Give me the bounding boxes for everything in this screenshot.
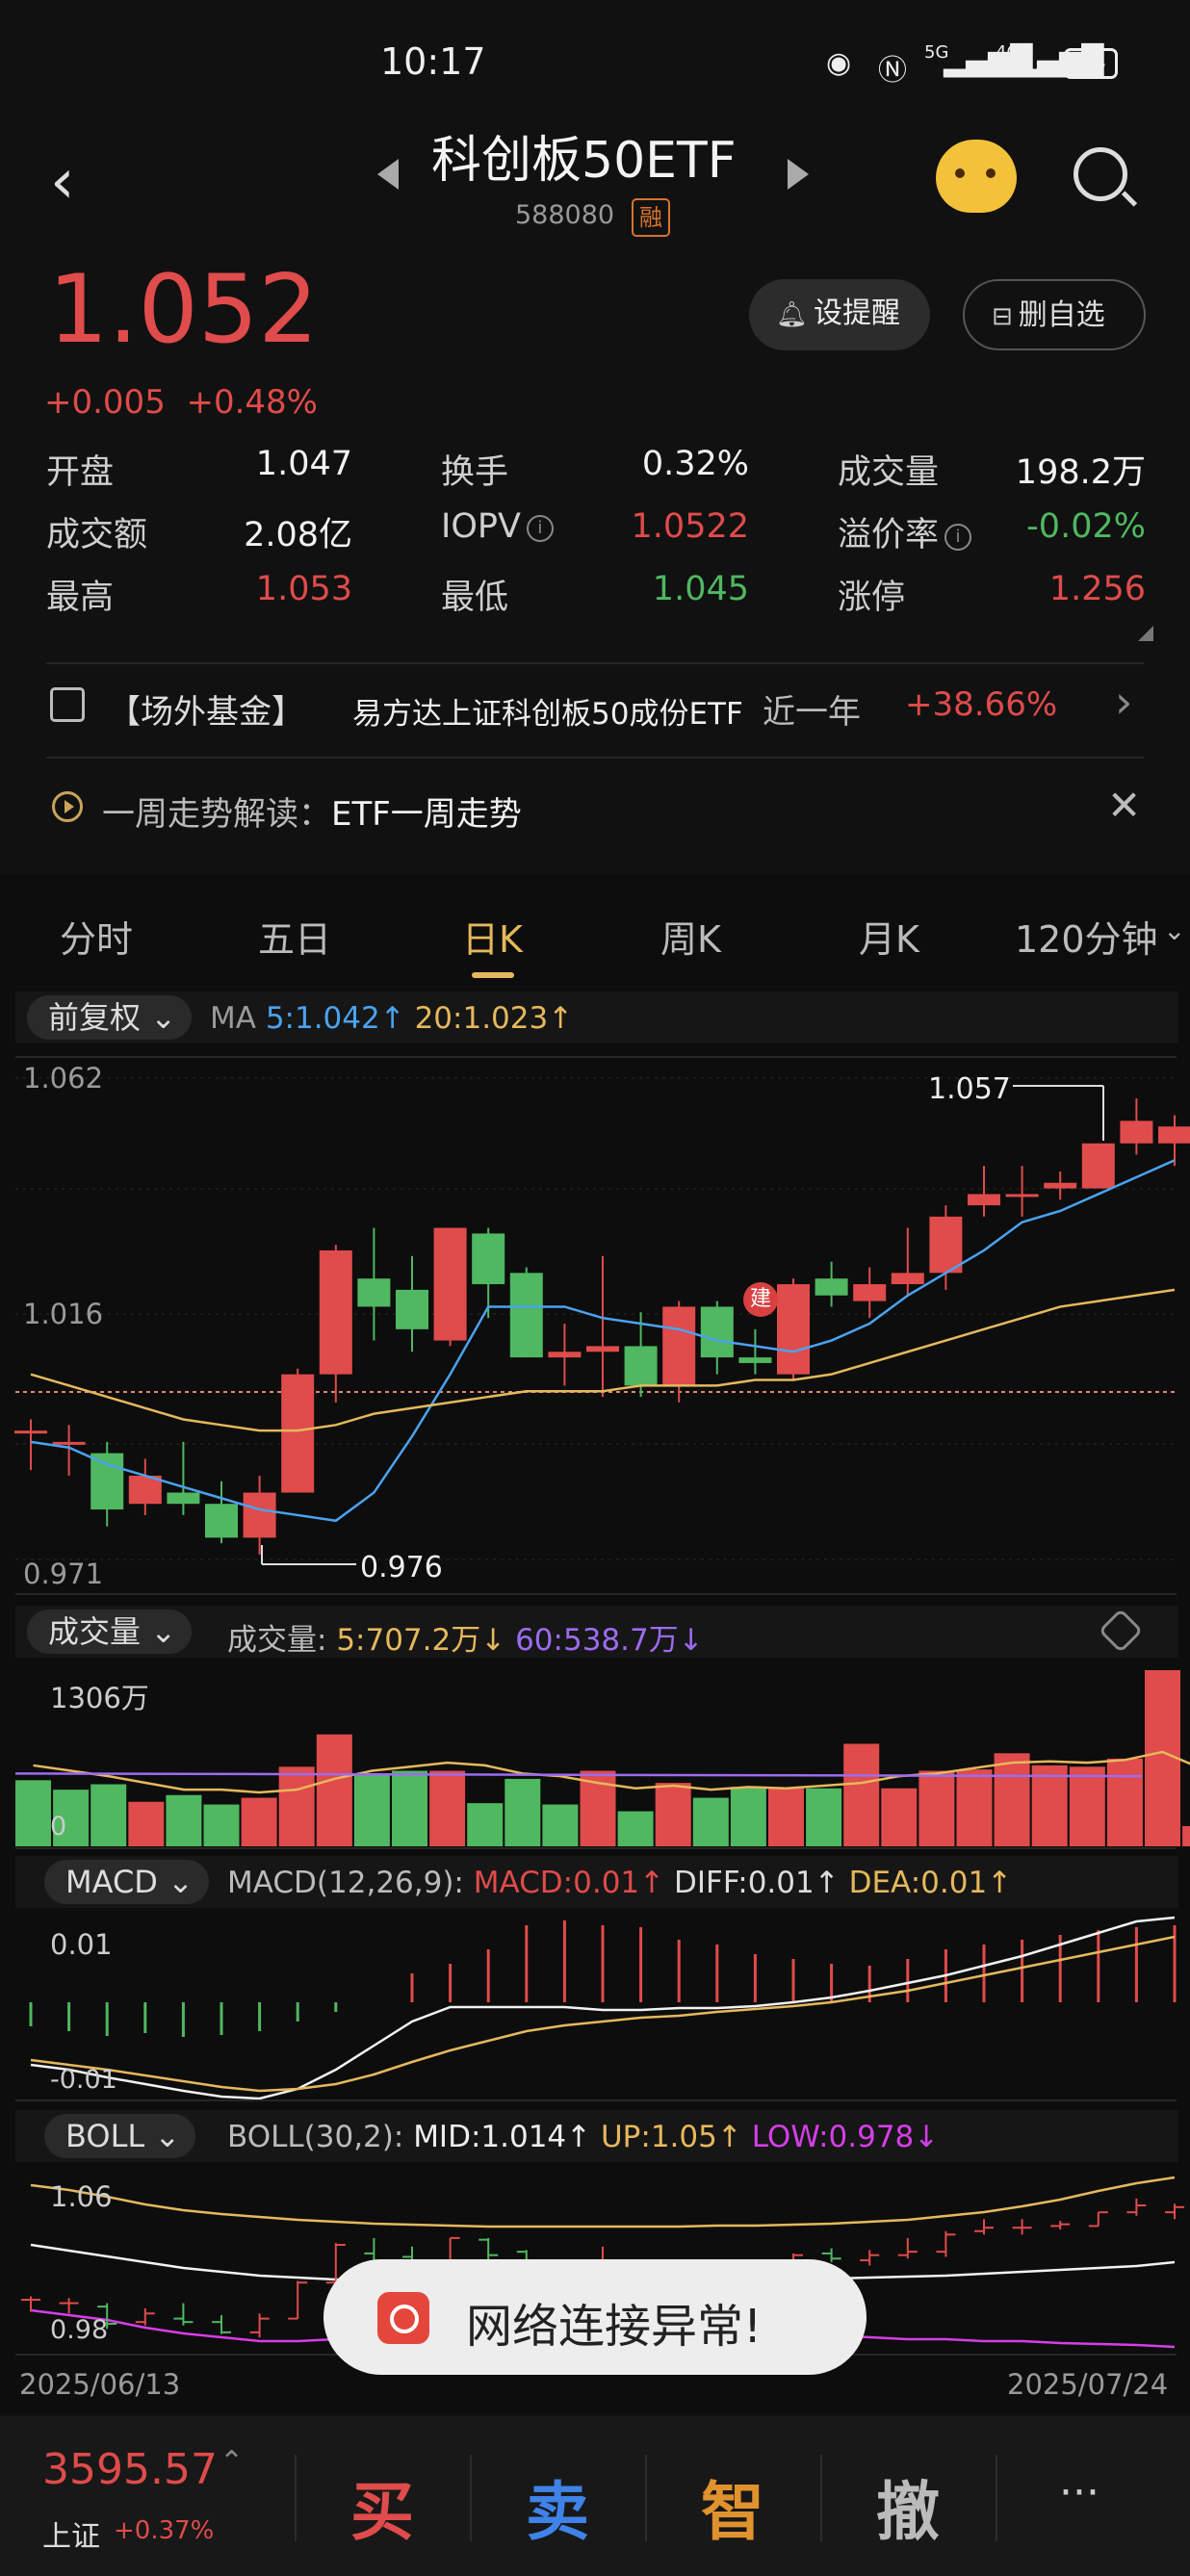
- candle-body: [281, 1374, 315, 1493]
- divider: [996, 2455, 997, 2541]
- volume-bar: [353, 1773, 390, 1846]
- volume-y-top: 1306万: [50, 1682, 149, 1714]
- candle-body: [777, 1284, 810, 1375]
- candle-body: [52, 1441, 86, 1445]
- candle-body: [1158, 1126, 1190, 1144]
- chevron-up-icon[interactable]: ⌃: [220, 2445, 244, 2479]
- volume-bar: [15, 1780, 51, 1846]
- network-error-toast: 网络连接异常!: [323, 2259, 867, 2375]
- smart-button[interactable]: 智: [701, 2460, 764, 2553]
- date-start: 2025/06/13: [19, 2368, 181, 2401]
- candle-body: [929, 1216, 963, 1274]
- candle-body: [624, 1346, 658, 1386]
- candle-body: [243, 1492, 276, 1538]
- y-axis-bottom: 0.971: [23, 1558, 104, 1590]
- candle-body: [472, 1233, 505, 1285]
- macd-y-top: 0.01: [50, 1928, 113, 1961]
- candle-body: [1081, 1143, 1115, 1189]
- volume-bar: [128, 1801, 165, 1846]
- candle-body: [968, 1194, 1000, 1206]
- volume-bar: [1069, 1766, 1105, 1846]
- candle-body: [1044, 1182, 1077, 1189]
- candle-body: [205, 1504, 238, 1538]
- volume-bar: [542, 1804, 579, 1846]
- more-icon[interactable]: ···: [1059, 2468, 1099, 2517]
- volume-bar: [994, 1753, 1030, 1846]
- volume-bar: [166, 1794, 202, 1846]
- volume-bar: [617, 1811, 654, 1846]
- boll-y-top: 1.06: [50, 2180, 113, 2213]
- kline-chart[interactable]: [0, 0, 1190, 2416]
- bottom-trade-bar: 3595.57 ⌃ 上证 +0.37% 买 卖 智 撤 ···: [0, 2416, 1190, 2576]
- candle-body: [738, 1357, 772, 1363]
- volume-bar: [1182, 1825, 1190, 1846]
- candle-body: [396, 1289, 428, 1329]
- volume-bar: [392, 1770, 427, 1846]
- candle-body: [357, 1278, 391, 1307]
- volume-bar: [843, 1743, 880, 1846]
- volume-bar: [881, 1788, 918, 1846]
- boll-up-line: [30, 2176, 1176, 2228]
- buy-button[interactable]: 买: [350, 2460, 414, 2553]
- index-name: 上证: [42, 2520, 100, 2554]
- candle-body: [509, 1273, 543, 1358]
- volume-y-bottom: 0: [50, 1812, 67, 1842]
- index-value[interactable]: 3595.57: [42, 2445, 218, 2494]
- volume-bar: [504, 1778, 541, 1846]
- volume-bar: [918, 1770, 955, 1846]
- y-axis-mid: 1.016: [23, 1298, 104, 1330]
- candle-body: [891, 1273, 924, 1285]
- volume-bar: [1106, 1758, 1143, 1846]
- candle-body: [586, 1346, 619, 1352]
- volume-bar: [467, 1803, 504, 1846]
- candle-body: [815, 1278, 848, 1296]
- divider: [645, 2455, 647, 2541]
- candle-body: [1120, 1121, 1153, 1144]
- volume-bar: [730, 1787, 766, 1846]
- volume-bar: [655, 1783, 691, 1846]
- candle-body: [433, 1227, 467, 1341]
- max-price-label: 1.057: [928, 1072, 1011, 1106]
- volume-bar: [91, 1784, 127, 1846]
- candle-body: [167, 1492, 200, 1505]
- candle-body: [853, 1284, 887, 1301]
- volume-bar: [692, 1797, 729, 1846]
- candle-body: [91, 1453, 124, 1510]
- candle-body: [548, 1352, 582, 1358]
- volume-bar: [956, 1769, 993, 1846]
- position-marker[interactable]: 建: [743, 1282, 778, 1317]
- candle-body: [662, 1306, 696, 1386]
- volume-bar: [278, 1766, 315, 1846]
- candle-body: [319, 1249, 352, 1375]
- y-axis-top: 1.062: [23, 1062, 104, 1095]
- macd-y-bottom: -0.01: [50, 2065, 117, 2095]
- volume-bar: [429, 1770, 466, 1846]
- volume-bar: [806, 1788, 842, 1846]
- cancel-order-button[interactable]: 撤: [876, 2460, 940, 2553]
- volume-bar: [1031, 1765, 1068, 1846]
- sell-button[interactable]: 卖: [526, 2460, 589, 2553]
- divider: [820, 2455, 822, 2541]
- divider: [295, 2455, 297, 2541]
- candle-body: [1005, 1194, 1039, 1198]
- boll-y-bottom: 0.98: [50, 2315, 109, 2345]
- divider: [470, 2455, 472, 2541]
- candle-body: [700, 1306, 734, 1358]
- min-price-label: 0.976: [360, 1551, 443, 1584]
- candle-body: [14, 1430, 47, 1434]
- toast-message: 网络连接异常!: [466, 2300, 763, 2354]
- volume-bar: [768, 1788, 804, 1846]
- app-icon: [377, 2292, 429, 2344]
- volume-bar: [241, 1797, 277, 1846]
- volume-bar: [203, 1804, 240, 1846]
- index-percent: +0.37%: [114, 2516, 215, 2545]
- date-end: 2025/07/24: [1007, 2368, 1169, 2401]
- volume-bar: [316, 1734, 352, 1846]
